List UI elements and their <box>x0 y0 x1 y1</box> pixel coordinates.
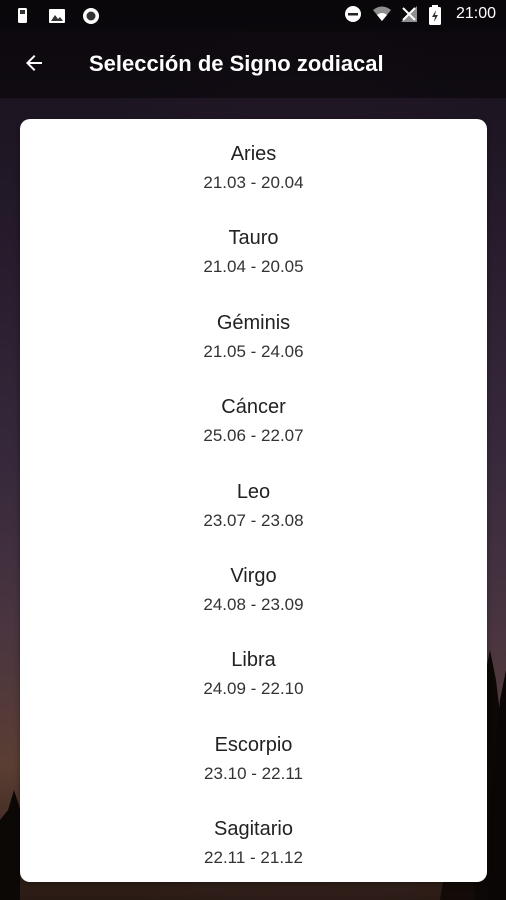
sign-item-tauro[interactable]: Tauro 21.04 - 20.05 <box>20 224 487 308</box>
sign-item-aries[interactable]: Aries 21.03 - 20.04 <box>20 140 487 224</box>
image-notification-icon <box>48 7 66 25</box>
arrow-left-icon <box>22 51 46 80</box>
sim-card-icon <box>14 7 32 25</box>
sign-dates: 21.04 - 20.05 <box>203 257 304 277</box>
wifi-icon <box>372 5 391 23</box>
sign-name: Libra <box>231 649 276 672</box>
status-time: 21:00 <box>455 5 496 22</box>
circle-notification-icon <box>82 7 100 25</box>
sign-dates: 22.11 - 21.12 <box>204 848 303 868</box>
sign-name: Virgo <box>230 564 277 587</box>
app-toolbar: Selección de Signo zodiacal <box>0 32 506 98</box>
sign-name: Géminis <box>216 311 291 334</box>
status-bar: 21:00 <box>0 0 506 32</box>
sign-name: Sagitario <box>214 818 293 841</box>
back-button[interactable] <box>14 45 54 85</box>
sign-item-cancer[interactable]: Cáncer 25.06 - 22.07 <box>20 393 487 477</box>
sign-name: Leo <box>236 480 271 503</box>
sign-item-geminis[interactable]: Géminis 21.05 - 24.06 <box>20 309 487 393</box>
sign-dates: 23.10 - 22.11 <box>204 763 303 783</box>
sign-dates: 24.08 - 23.09 <box>203 594 304 614</box>
zodiac-sign-card: Aries 21.03 - 20.04 Tauro 21.04 - 20.05 … <box>20 119 487 882</box>
sign-dates: 21.03 - 20.04 <box>203 173 304 192</box>
sign-name: Escorpio <box>214 733 293 756</box>
sign-dates: 23.07 - 23.08 <box>203 510 304 530</box>
sign-item-sagitario[interactable]: Sagitario 22.11 - 21.12 <box>20 815 487 882</box>
do-not-disturb-icon <box>344 5 362 23</box>
sign-dates: 25.06 - 22.07 <box>203 426 304 446</box>
sign-dates: 24.09 - 22.10 <box>203 679 304 699</box>
sign-name: Aries <box>230 143 277 165</box>
sign-dates: 21.05 - 24.06 <box>203 341 304 361</box>
sign-name: Tauro <box>228 227 279 250</box>
sign-item-leo[interactable]: Leo 23.07 - 23.08 <box>20 478 487 562</box>
sign-item-libra[interactable]: Libra 24.09 - 22.10 <box>20 646 487 730</box>
sign-item-virgo[interactable]: Virgo 24.08 - 23.09 <box>20 562 487 646</box>
sign-item-escorpio[interactable]: Escorpio 23.10 - 22.11 <box>20 731 487 815</box>
page-title: Selección de Signo zodiacal <box>89 51 384 76</box>
no-signal-icon <box>400 5 418 23</box>
battery-icon <box>428 5 446 25</box>
zodiac-sign-list: Aries 21.03 - 20.04 Tauro 21.04 - 20.05 … <box>20 140 487 882</box>
sign-name: Cáncer <box>221 396 286 419</box>
